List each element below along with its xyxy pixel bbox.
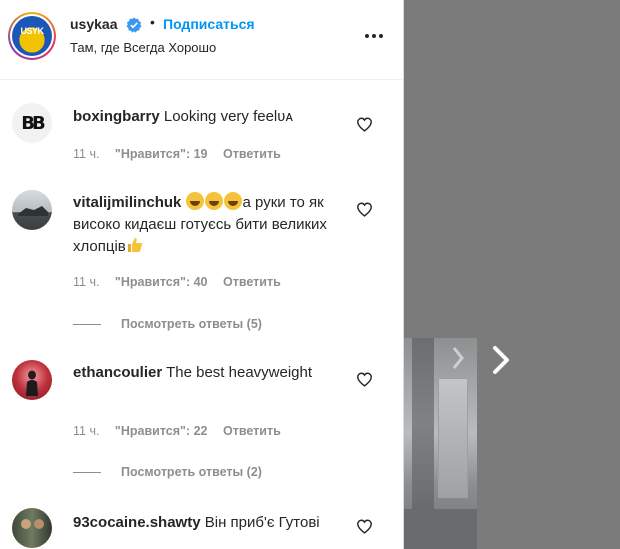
media-edge-arrow xyxy=(452,346,472,370)
grinning-emoji xyxy=(204,192,223,210)
commenter-avatar[interactable]: BB xyxy=(12,103,52,143)
comment-meta: 11 ч. "Нравится": 22 Ответить xyxy=(73,424,293,438)
comment-body: Looking very feelʋᴀ xyxy=(163,108,293,125)
header-separator: • xyxy=(150,14,155,30)
comment-text: ethancoulier The best heavyweight xyxy=(73,362,343,384)
author-username[interactable]: usykaa xyxy=(70,16,117,32)
view-replies-label: Посмотреть ответы (2) xyxy=(121,465,262,479)
comment-username[interactable]: vitalijmilinchuk xyxy=(73,194,181,211)
comment-meta: 11 ч. "Нравится": 40 Ответить xyxy=(73,275,293,289)
reply-button[interactable]: Ответить xyxy=(223,424,281,438)
comment-likes[interactable]: "Нравится": 22 xyxy=(115,424,208,438)
photo-floor xyxy=(404,509,477,549)
heart-outline-icon[interactable] xyxy=(356,371,373,388)
commenter-avatar[interactable] xyxy=(12,190,52,230)
heart-outline-icon[interactable] xyxy=(356,116,373,133)
avatar-photo-icon xyxy=(18,206,48,216)
author-avatar[interactable]: USYK xyxy=(8,12,56,60)
comments-panel: USYK usykaa • Подписаться Там, где Всегд… xyxy=(0,0,404,549)
reply-button[interactable]: Ответить xyxy=(223,275,281,289)
view-replies-button[interactable]: Посмотреть ответы (5) xyxy=(73,317,262,331)
comment-text: 93cocaine.shawty Він приб'є Гутові xyxy=(73,512,343,534)
comment-username[interactable]: boxingbarry xyxy=(73,108,160,125)
commenter-avatar[interactable] xyxy=(12,360,52,400)
commenter-avatar-logo: BB xyxy=(21,112,46,134)
comment-text: vitalijmilinchuk а руки то як високо кид… xyxy=(73,192,343,258)
heart-outline-icon[interactable] xyxy=(356,201,373,218)
post-header: USYK usykaa • Подписаться Там, где Всегд… xyxy=(0,0,403,80)
next-button[interactable] xyxy=(490,345,514,375)
chevron-right-icon xyxy=(493,346,509,374)
view-replies-label: Посмотреть ответы (5) xyxy=(121,317,262,331)
thumbs-up-emoji xyxy=(127,238,142,252)
comment-likes[interactable]: "Нравится": 40 xyxy=(115,275,208,289)
more-options-button[interactable] xyxy=(362,24,386,48)
replies-divider xyxy=(73,323,101,325)
more-options-icon xyxy=(365,34,383,38)
comment-time[interactable]: 11 ч. xyxy=(73,147,99,161)
post-location[interactable]: Там, где Всегда Хорошо xyxy=(70,40,216,55)
avatar-photo-icon xyxy=(26,370,38,396)
author-avatar-logo: USYK xyxy=(12,16,52,56)
comment-body: The best heavyweight xyxy=(166,364,313,381)
commenter-avatar[interactable] xyxy=(12,508,52,548)
grinning-emoji xyxy=(185,192,204,210)
view-replies-button[interactable]: Посмотреть ответы (2) xyxy=(73,465,262,479)
avatar-photo-icon xyxy=(21,519,44,529)
comment-body: Він приб'є Гутові xyxy=(204,514,320,531)
comment-text: boxingbarry Looking very feelʋᴀ xyxy=(73,106,343,128)
comment-likes[interactable]: "Нравится": 19 xyxy=(115,147,208,161)
reply-button[interactable]: Ответить xyxy=(223,147,281,161)
chevron-right-faint-icon xyxy=(452,347,464,369)
verified-badge-icon xyxy=(126,17,142,33)
heart-outline-icon[interactable] xyxy=(356,518,373,535)
comment-time[interactable]: 11 ч. xyxy=(73,275,99,289)
avatar-ring: USYK xyxy=(10,14,54,58)
comment-time[interactable]: 11 ч. xyxy=(73,424,99,438)
comment-username[interactable]: ethancoulier xyxy=(73,364,162,381)
comment-username[interactable]: 93cocaine.shawty xyxy=(73,514,201,531)
replies-divider xyxy=(73,471,101,473)
grinning-emoji xyxy=(223,192,242,210)
photo-window xyxy=(438,378,468,498)
comment-meta: 11 ч. "Нравится": 19 Ответить xyxy=(73,147,293,161)
follow-button[interactable]: Подписаться xyxy=(163,16,255,32)
